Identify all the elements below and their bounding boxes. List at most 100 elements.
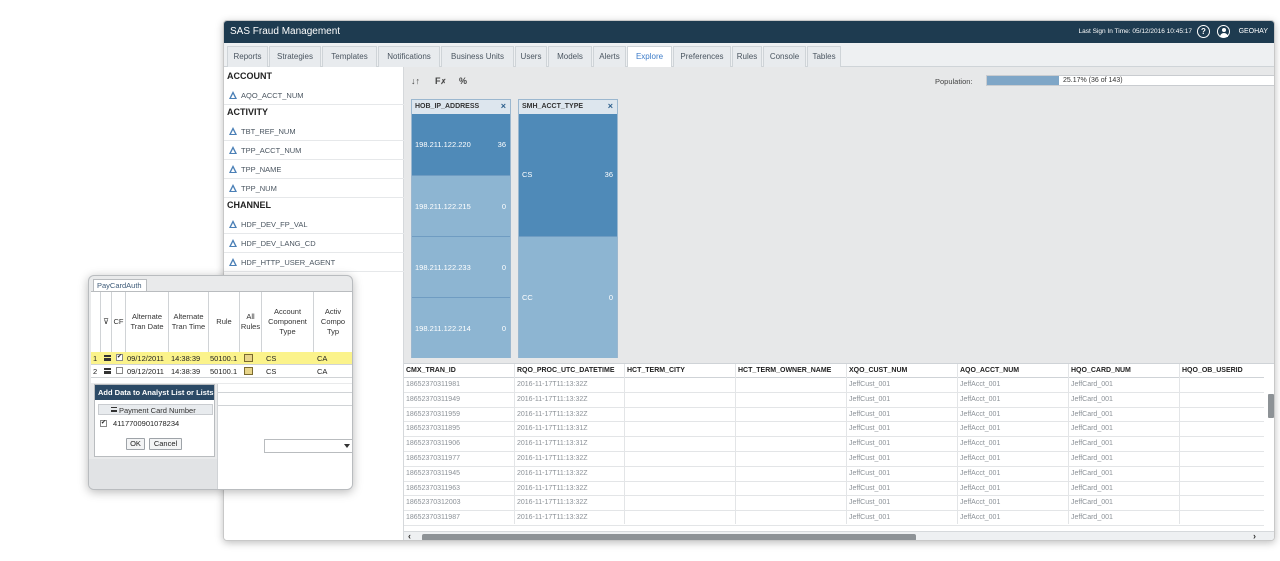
tab-users[interactable]: Users xyxy=(515,46,547,67)
column-header[interactable]: All Rules xyxy=(240,292,262,352)
sidebar-item[interactable]: HDF_DEV_FP_VAL xyxy=(224,215,404,234)
row-checkbox[interactable]: ✔ xyxy=(116,354,123,361)
tab-console[interactable]: Console xyxy=(763,46,806,67)
column-header[interactable]: XQO_CUST_NUM xyxy=(849,367,907,374)
sidebar-item[interactable]: HDF_HTTP_USER_AGENT xyxy=(224,253,404,272)
cancel-button[interactable]: Cancel xyxy=(149,438,182,450)
sidebar-item[interactable]: AQO_ACCT_NUM xyxy=(224,86,404,105)
tab-alerts[interactable]: Alerts xyxy=(593,46,626,67)
table-row[interactable]: 1 ✔ 09/12/2011 14:38:39 50100.1 CS CA xyxy=(91,352,352,365)
rule-value: 50100.1 xyxy=(210,367,238,376)
user-icon[interactable] xyxy=(1217,25,1230,38)
column-header[interactable] xyxy=(91,292,101,352)
close-icon[interactable]: × xyxy=(608,101,613,111)
column-header[interactable]: Activ Compo Typ xyxy=(314,292,352,352)
vertical-scrollbar[interactable] xyxy=(1268,380,1274,520)
table-cell: JeffCard_001 xyxy=(1071,469,1113,477)
tab-explore[interactable]: Explore xyxy=(627,46,672,68)
facet-value-cell[interactable]: CS 36 xyxy=(519,114,617,236)
tab-notifications[interactable]: Notifications xyxy=(378,46,440,67)
facet-count: 0 xyxy=(501,201,506,211)
tab-reports[interactable]: Reports xyxy=(227,46,268,67)
facet-value-cell[interactable]: 198.211.122.214 0 xyxy=(412,297,510,358)
tab-business-units[interactable]: Business Units xyxy=(441,46,514,67)
sidebar-item-label: TPP_NAME xyxy=(241,165,282,174)
table-row[interactable]: 18652370311977 2016-11-17T11:13:32Z JeffCu… xyxy=(404,452,1264,467)
population-text: 25.17% (36 of 143) xyxy=(1063,77,1123,84)
card-number-checkbox[interactable]: ✔ xyxy=(100,420,107,427)
table-row[interactable]: 18652370311945 2016-11-17T11:13:32Z JeffCu… xyxy=(404,467,1264,482)
column-header[interactable]: RQO_PROC_UTC_DATETIME xyxy=(517,367,615,374)
table-row[interactable]: 18652370311987 2016-11-17T11:13:32Z JeffCu… xyxy=(404,511,1264,526)
table-cell: JeffCust_001 xyxy=(849,484,891,492)
clear-filter-icon[interactable]: F✗ xyxy=(435,76,446,86)
tab-models[interactable]: Models xyxy=(548,46,592,67)
table-row[interactable]: 18652370312003 2016-11-17T11:13:32Z JeffCu… xyxy=(404,496,1264,512)
table-row[interactable]: 18652370311981 2016-11-17T11:13:32Z JeffCu… xyxy=(404,378,1264,393)
filter-column-header[interactable]: ⊽ xyxy=(101,292,112,352)
vertical-scrollbar-thumb[interactable] xyxy=(1268,394,1274,418)
table-cell: JeffCust_001 xyxy=(849,395,891,403)
column-header[interactable]: Account Component Type xyxy=(262,292,314,352)
facet-value-cell[interactable]: 198.211.122.215 0 xyxy=(412,175,510,236)
column-header[interactable]: HCT_TERM_CITY xyxy=(627,367,685,374)
facet-value-cell[interactable]: 198.211.122.220 36 xyxy=(412,114,510,175)
filter-icon[interactable]: ⊽ xyxy=(103,317,109,327)
row-menu-icon[interactable] xyxy=(104,368,111,374)
column-header[interactable]: Rule xyxy=(209,292,240,352)
sort-icon[interactable]: ↓↑ xyxy=(411,76,420,86)
table-row[interactable]: 2 09/12/2011 14:38:39 50100.1 CS CA xyxy=(91,365,352,378)
table-row[interactable]: 18652370311906 2016-11-17T11:13:31Z JeffCu… xyxy=(404,437,1264,452)
tab-templates[interactable]: Templates xyxy=(322,46,377,67)
table-row[interactable]: 18652370311949 2016-11-17T11:13:32Z JeffCu… xyxy=(404,393,1264,408)
row-menu-icon[interactable] xyxy=(104,355,111,361)
tab-preferences[interactable]: Preferences xyxy=(673,46,731,67)
population-bar-fill xyxy=(987,76,1060,85)
tab-paycardauth[interactable]: PayCardAuth xyxy=(93,279,147,291)
row-checkbox[interactable] xyxy=(116,367,123,374)
horizontal-scrollbar-thumb[interactable] xyxy=(422,534,916,540)
table-cell: 2016-11-17T11:13:32Z xyxy=(517,381,588,388)
payment-card-column-label: Payment Card Number xyxy=(119,406,196,415)
sidebar-item[interactable]: TPP_ACCT_NUM xyxy=(224,141,404,160)
percent-icon[interactable]: % xyxy=(459,76,467,86)
add-to-list-panel: Add Data to Analyst List or Lists Paymen… xyxy=(94,384,215,457)
ok-button[interactable]: OK xyxy=(126,438,145,450)
column-header[interactable]: Alternate Tran Date xyxy=(126,292,169,352)
column-header[interactable]: CF xyxy=(112,292,126,352)
column-header[interactable]: HQO_OB_USERID xyxy=(1182,367,1243,374)
tab-strategies[interactable]: Strategies xyxy=(269,46,321,67)
table-cell: JeffAcct_001 xyxy=(960,514,1001,522)
tab-rules[interactable]: Rules xyxy=(732,46,762,67)
column-header[interactable]: Alternate Tran Time xyxy=(169,292,209,352)
sidebar-item[interactable]: TPP_NAME xyxy=(224,160,404,179)
sidebar-item[interactable]: TBT_REF_NUM xyxy=(224,122,404,141)
table-row[interactable]: 18652370311963 2016-11-17T11:13:32Z JeffCu… xyxy=(404,482,1264,497)
close-icon[interactable]: × xyxy=(501,101,506,111)
detail-dropdown[interactable] xyxy=(264,439,352,453)
scroll-right-icon[interactable]: › xyxy=(1253,531,1256,540)
facet-value-cell[interactable]: CC 0 xyxy=(519,236,617,358)
column-header[interactable]: HQO_CARD_NUM xyxy=(1071,367,1131,374)
scroll-left-icon[interactable]: ‹ xyxy=(408,531,411,540)
sidebar-item[interactable]: TPP_NUM xyxy=(224,179,404,198)
sidebar-item[interactable]: HDF_DEV_LANG_CD xyxy=(224,234,404,253)
payment-card-column-header[interactable]: Payment Card Number xyxy=(98,404,213,415)
all-rules-icon[interactable] xyxy=(244,354,253,362)
help-icon[interactable]: ? xyxy=(1197,25,1210,38)
horizontal-scrollbar[interactable]: ‹ › xyxy=(404,531,1274,540)
tab-tables[interactable]: Tables xyxy=(807,46,841,67)
variable-icon xyxy=(229,146,237,154)
table-row[interactable]: 18652370311959 2016-11-17T11:13:32Z JeffCu… xyxy=(404,408,1264,423)
table-cell: 18652370312003 xyxy=(406,499,461,507)
column-header[interactable]: HCT_TERM_OWNER_NAME xyxy=(738,367,831,374)
table-cell: JeffAcct_001 xyxy=(960,469,1001,477)
table-row[interactable]: 18652370311895 2016-11-17T11:13:31Z JeffCu… xyxy=(404,422,1264,438)
all-rules-icon[interactable] xyxy=(244,367,253,375)
facet-value-cell[interactable]: 198.211.122.233 0 xyxy=(412,236,510,297)
username[interactable]: GEOHAY xyxy=(1239,28,1268,35)
alternate-tran-date: 09/12/2011 xyxy=(127,367,164,376)
column-header[interactable]: AQO_ACCT_NUM xyxy=(960,367,1019,374)
column-header[interactable]: CMX_TRAN_ID xyxy=(406,367,456,374)
table-cell: JeffCust_001 xyxy=(849,469,891,477)
